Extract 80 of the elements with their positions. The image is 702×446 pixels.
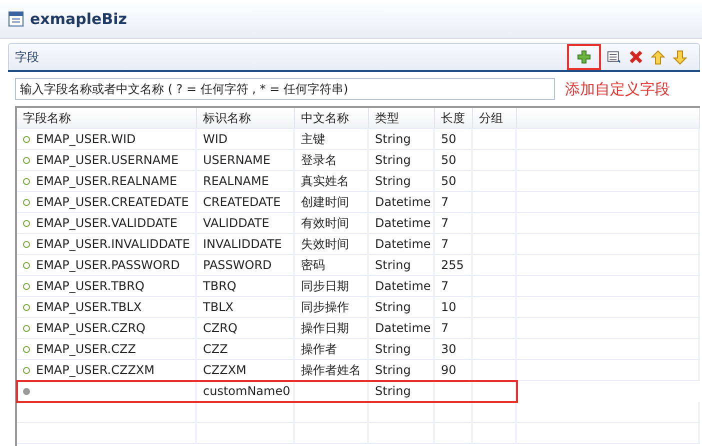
table-cell-text: String — [375, 383, 411, 400]
table-cell-text: Datetime — [375, 215, 431, 232]
table-cell-text: Datetime — [375, 194, 431, 211]
table-cell-text: 30 — [441, 341, 456, 358]
toolbar-button[interactable] — [627, 48, 645, 66]
table-cell-text: CREATEDATE — [203, 194, 281, 211]
table-cell-text: 255 — [441, 257, 464, 274]
table-cell-text: 7 — [441, 320, 449, 337]
editor-icon — [8, 11, 24, 27]
table-cell-text: CZZXM — [203, 362, 246, 379]
table-cell-text: EMAP_USER.TBRQ — [36, 278, 144, 295]
table-cell-text: Datetime — [375, 236, 431, 253]
down-arrow-icon — [673, 50, 687, 64]
table-cell-text: Datetime — [375, 320, 431, 337]
table-cell-text: 7 — [441, 194, 449, 211]
table-cell-text: CZZ — [203, 341, 228, 358]
table-cell-text: EMAP_USER.CREATEDATE — [36, 194, 189, 211]
table-cell-text: EMAP_USER.WID — [36, 131, 136, 148]
section-title: 字段 — [15, 48, 40, 66]
column-header[interactable]: 分组 — [473, 108, 517, 128]
table-cell-text: INVALIDDATE — [203, 236, 282, 253]
table-cell-text: 失效时间 — [301, 236, 349, 253]
table-cell-text: 同步日期 — [301, 278, 349, 295]
table-cell-text: 操作者姓名 — [301, 362, 361, 379]
annotation-text: 添加自定义字段 — [565, 80, 670, 98]
column-header[interactable]: 长度 — [435, 108, 473, 128]
table-cell-text: 登录名 — [301, 152, 337, 169]
table-cell-text: 主键 — [301, 131, 325, 148]
column-header[interactable]: 中文名称 — [295, 108, 369, 128]
column-header[interactable]: 类型 — [369, 108, 435, 128]
table-cell-text: String — [375, 362, 411, 379]
table-cell-text: REALNAME — [203, 173, 269, 190]
table-cell-text: EMAP_USER.USERNAME — [36, 152, 179, 169]
table-cell-text: 90 — [441, 362, 456, 379]
editor-title: exmapleBiz — [30, 10, 127, 28]
table-cell-text: String — [375, 257, 411, 274]
table-cell-text: 密码 — [301, 257, 325, 274]
table-cell-text: TBRQ — [203, 278, 236, 295]
table-cell-text: 操作日期 — [301, 320, 349, 337]
table-cell-text: 10 — [441, 299, 456, 316]
filter-field[interactable]: 输入字段名称或者中文名称 ( ? = 任何字符 , * = 任何字符串) — [15, 78, 555, 100]
table-cell-text: 50 — [441, 131, 456, 148]
table-cell-text: String — [375, 131, 411, 148]
up-arrow-icon — [651, 50, 665, 64]
table-cell-text: 创建时间 — [301, 194, 349, 211]
column-header[interactable]: 标识名称 — [197, 108, 295, 128]
table-cell-text: USERNAME — [203, 152, 270, 169]
table-cell-text: EMAP_USER.VALIDDATE — [36, 215, 178, 232]
table-cell-text: String — [375, 341, 411, 358]
table-cell-text: EMAP_USER.INVALIDDATE — [36, 236, 190, 253]
table-cell-text: 操作者 — [301, 341, 337, 358]
table-cell-text: 真实姓名 — [301, 173, 349, 190]
table-cell-text: EMAP_USER.CZZ — [36, 341, 136, 358]
table-cell-text: 50 — [441, 173, 456, 190]
table-cell-text: 7 — [441, 278, 449, 295]
list-icon — [607, 49, 621, 65]
plus-icon — [577, 50, 591, 64]
table-cell-text: 7 — [441, 215, 449, 232]
table-cell-text: String — [375, 173, 411, 190]
table-cell-text: String — [375, 152, 411, 169]
toolbar-button[interactable] — [567, 44, 601, 70]
table-cell-text: 7 — [441, 236, 449, 253]
table-cell-text: PASSWORD — [203, 257, 272, 274]
column-header[interactable]: 字段名称 — [17, 108, 197, 128]
table-cell-text: EMAP_USER.CZZXM — [36, 362, 154, 379]
table-cell-text: 有效时间 — [301, 215, 349, 232]
table-cell-text: TBLX — [203, 299, 234, 316]
table-cell-text: 同步操作 — [301, 299, 349, 316]
table-cell-text: Datetime — [375, 278, 431, 295]
table-cell-text: CZRQ — [203, 320, 238, 337]
table-cell-text: WID — [203, 131, 228, 148]
table-cell-text: EMAP_USER.PASSWORD — [36, 257, 180, 274]
table-cell-text: String — [375, 299, 411, 316]
table-cell-text: 50 — [441, 152, 456, 169]
table-cell-text: EMAP_USER.REALNAME — [36, 173, 178, 190]
table-cell-text: VALIDDATE — [203, 215, 270, 232]
table-cell-text: EMAP_USER.CZRQ — [36, 320, 146, 337]
table-cell-text: customName0 — [203, 383, 290, 400]
delete-icon — [629, 50, 643, 64]
table-cell-text: EMAP_USER.TBLX — [36, 299, 142, 316]
